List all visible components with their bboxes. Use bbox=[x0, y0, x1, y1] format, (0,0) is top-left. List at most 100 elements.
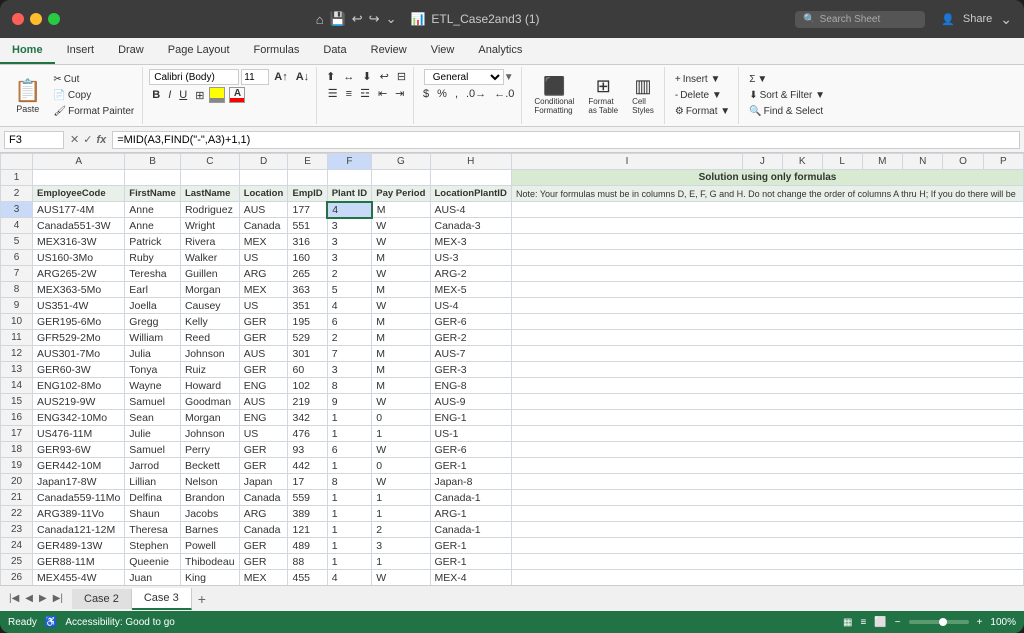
cell-B8[interactable]: Earl bbox=[125, 282, 181, 298]
cell-D21[interactable]: Canada bbox=[239, 490, 288, 506]
cell-C21[interactable]: Brandon bbox=[180, 490, 239, 506]
cell-H5[interactable]: MEX-3 bbox=[430, 234, 511, 250]
percent-button[interactable]: % bbox=[434, 87, 450, 101]
cell-F26[interactable]: 4 bbox=[327, 570, 372, 586]
cell-C4[interactable]: Wright bbox=[180, 218, 239, 234]
cell-A18[interactable]: GER93-6W bbox=[33, 442, 125, 458]
tab-view[interactable]: View bbox=[419, 38, 467, 64]
wrap-text-button[interactable]: ↩ bbox=[377, 69, 392, 84]
cell-G17[interactable]: 1 bbox=[372, 426, 430, 442]
cell-D5[interactable]: MEX bbox=[239, 234, 288, 250]
cell-E23[interactable]: 121 bbox=[288, 522, 327, 538]
cell-C6[interactable]: Walker bbox=[180, 250, 239, 266]
cell-G10[interactable]: M bbox=[372, 314, 430, 330]
cell-E20[interactable]: 17 bbox=[288, 474, 327, 490]
cell-E14[interactable]: 102 bbox=[288, 378, 327, 394]
cell-C24[interactable]: Powell bbox=[180, 538, 239, 554]
tab-review[interactable]: Review bbox=[359, 38, 419, 64]
cell-B6[interactable]: Ruby bbox=[125, 250, 181, 266]
cell-I20[interactable] bbox=[511, 474, 1023, 490]
cell-D18[interactable]: GER bbox=[239, 442, 288, 458]
tab-draw[interactable]: Draw bbox=[106, 38, 156, 64]
cell-H23[interactable]: Canada-1 bbox=[430, 522, 511, 538]
cell-G18[interactable]: W bbox=[372, 442, 430, 458]
cell-H16[interactable]: ENG-1 bbox=[430, 410, 511, 426]
cell-H6[interactable]: US-3 bbox=[430, 250, 511, 266]
cell-G23[interactable]: 2 bbox=[372, 522, 430, 538]
cell-C14[interactable]: Howard bbox=[180, 378, 239, 394]
cell-D23[interactable]: Canada bbox=[239, 522, 288, 538]
tab-analytics[interactable]: Analytics bbox=[466, 38, 534, 64]
cell-I26[interactable] bbox=[511, 570, 1023, 586]
next-sheet-button[interactable]: ▶ bbox=[36, 592, 50, 605]
cell-D17[interactable]: US bbox=[239, 426, 288, 442]
cell-E4[interactable]: 551 bbox=[288, 218, 327, 234]
cell-E5[interactable]: 316 bbox=[288, 234, 327, 250]
cell-C12[interactable]: Johnson bbox=[180, 346, 239, 362]
cell-A10[interactable]: GER195-6Mo bbox=[33, 314, 125, 330]
cell-H10[interactable]: GER-6 bbox=[430, 314, 511, 330]
cell-D22[interactable]: ARG bbox=[239, 506, 288, 522]
cell-B9[interactable]: Joella bbox=[125, 298, 181, 314]
cell-I8[interactable] bbox=[511, 282, 1023, 298]
col-header-C[interactable]: C bbox=[180, 154, 239, 170]
cell-F4[interactable]: 3 bbox=[327, 218, 372, 234]
more-icon[interactable]: ⌄ bbox=[386, 11, 397, 27]
indent-increase-button[interactable]: ⇥ bbox=[392, 86, 407, 101]
cell-A5[interactable]: MEX316-3W bbox=[33, 234, 125, 250]
cell-H24[interactable]: GER-1 bbox=[430, 538, 511, 554]
cell-G25[interactable]: 1 bbox=[372, 554, 430, 570]
cell-F8[interactable]: 5 bbox=[327, 282, 372, 298]
cell-A3[interactable]: AUS177-4M bbox=[33, 202, 125, 218]
cell-E13[interactable]: 60 bbox=[288, 362, 327, 378]
cell-D4[interactable]: Canada bbox=[239, 218, 288, 234]
cell-A25[interactable]: GER88-11M bbox=[33, 554, 125, 570]
cell-B12[interactable]: Julia bbox=[125, 346, 181, 362]
cell-I7[interactable] bbox=[511, 266, 1023, 282]
cell-C10[interactable]: Kelly bbox=[180, 314, 239, 330]
font-color-button[interactable]: A bbox=[229, 87, 245, 103]
cell-A12[interactable]: AUS301-7Mo bbox=[33, 346, 125, 362]
cell-A7[interactable]: ARG265-2W bbox=[33, 266, 125, 282]
page-break-view-icon[interactable]: ≡ bbox=[860, 617, 866, 628]
cell-A17[interactable]: US476-11M bbox=[33, 426, 125, 442]
font-decrease-button[interactable]: A↓ bbox=[293, 70, 312, 84]
cell-E6[interactable]: 160 bbox=[288, 250, 327, 266]
cell-A20[interactable]: Japan17-8W bbox=[33, 474, 125, 490]
cancel-formula-icon[interactable]: ✕ bbox=[70, 133, 79, 146]
cell-B14[interactable]: Wayne bbox=[125, 378, 181, 394]
sheet-tab-case2[interactable]: Case 2 bbox=[72, 589, 132, 609]
align-bottom-button[interactable]: ⬇ bbox=[359, 69, 374, 84]
cell-F10[interactable]: 6 bbox=[327, 314, 372, 330]
cell-F23[interactable]: 1 bbox=[327, 522, 372, 538]
cell-D2[interactable]: Location bbox=[239, 186, 288, 202]
conditional-formatting-button[interactable]: ⬛ ConditionalFormatting bbox=[528, 74, 580, 117]
cell-I2[interactable]: Note: Your formulas must be in columns D… bbox=[511, 186, 1023, 202]
maximize-button[interactable] bbox=[48, 13, 60, 25]
cell-C11[interactable]: Reed bbox=[180, 330, 239, 346]
cell-F9[interactable]: 4 bbox=[327, 298, 372, 314]
cell-D9[interactable]: US bbox=[239, 298, 288, 314]
cell-G11[interactable]: M bbox=[372, 330, 430, 346]
cell-E15[interactable]: 219 bbox=[288, 394, 327, 410]
cell-A11[interactable]: GFR529-2Mo bbox=[33, 330, 125, 346]
align-center-button[interactable]: ≡ bbox=[343, 87, 355, 101]
grid-container[interactable]: A B C D E F G H I J K L M N O bbox=[0, 153, 1024, 585]
col-header-I[interactable]: I bbox=[511, 154, 742, 170]
italic-button[interactable]: I bbox=[165, 88, 174, 102]
cell-G12[interactable]: M bbox=[372, 346, 430, 362]
cell-F14[interactable]: 8 bbox=[327, 378, 372, 394]
cell-F11[interactable]: 2 bbox=[327, 330, 372, 346]
cell-B24[interactable]: Stephen bbox=[125, 538, 181, 554]
cell-I24[interactable] bbox=[511, 538, 1023, 554]
font-size-selector[interactable] bbox=[241, 69, 269, 85]
col-header-O[interactable]: O bbox=[943, 154, 983, 170]
col-header-B[interactable]: B bbox=[125, 154, 181, 170]
bold-button[interactable]: B bbox=[149, 88, 163, 102]
cell-F3[interactable]: 4 bbox=[327, 202, 372, 218]
cell-G2[interactable]: Pay Period bbox=[372, 186, 430, 202]
cell-G22[interactable]: 1 bbox=[372, 506, 430, 522]
cell-B19[interactable]: Jarrod bbox=[125, 458, 181, 474]
cell-H25[interactable]: GER-1 bbox=[430, 554, 511, 570]
cell-C7[interactable]: Guillen bbox=[180, 266, 239, 282]
